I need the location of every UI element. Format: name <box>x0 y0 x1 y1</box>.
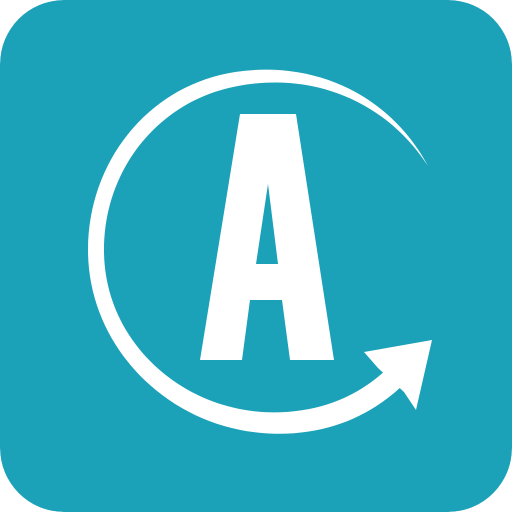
app-icon-graphic <box>0 0 512 512</box>
app-icon[interactable] <box>0 0 512 512</box>
